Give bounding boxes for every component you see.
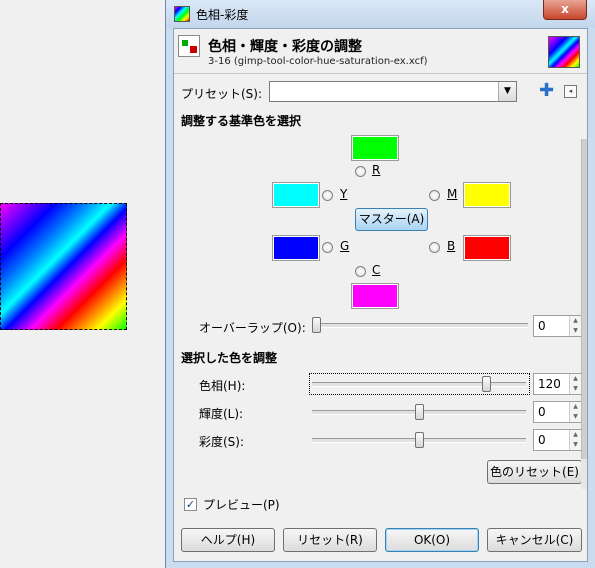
lightness-label: 輝度(L): <box>199 407 244 421</box>
radio-M[interactable] <box>429 190 440 201</box>
hue-label: 色相(H): <box>199 379 246 393</box>
preset-combo[interactable]: ▼ <box>269 81 517 102</box>
checkmark-icon: ✓ <box>185 498 196 511</box>
image-canvas-preview <box>0 203 127 330</box>
saturation-value: 0 <box>538 433 546 447</box>
swatch-red-hue <box>352 136 398 160</box>
title-bar[interactable]: 色相-彩度 x <box>166 0 595 28</box>
saturation-slider-thumb[interactable] <box>414 432 424 448</box>
dropdown-arrow-icon[interactable]: ▼ <box>498 82 516 101</box>
scrollbar-thumb[interactable] <box>581 139 587 459</box>
hue-slider-thumb[interactable] <box>482 376 492 392</box>
radio-B-label: B <box>447 239 456 253</box>
swatch-magenta-hue <box>464 183 510 207</box>
overlap-slider[interactable] <box>312 323 528 328</box>
hue-spin-arrows-icon[interactable]: ▲ ▼ <box>569 374 581 394</box>
header-divider <box>174 73 587 74</box>
adjust-section-label: 選択した色を調整 <box>181 351 278 365</box>
image-thumbnail <box>548 36 580 68</box>
radio-R-label: R <box>372 163 381 177</box>
radio-M-label: M <box>447 187 458 201</box>
lightness-slider-thumb[interactable] <box>414 404 424 420</box>
swatch-yellow-hue <box>273 183 319 207</box>
preset-menu-icon[interactable]: ◂ <box>564 85 577 98</box>
preview-checkbox[interactable]: ✓ <box>184 498 197 511</box>
radio-Y[interactable] <box>322 190 333 201</box>
dialog-header-title: 色相・輝度・彩度の調整 <box>208 39 362 55</box>
overlap-value: 0 <box>538 319 546 333</box>
hue-saturation-tool-icon <box>178 35 200 57</box>
hue-spinbutton[interactable]: 120 ▲ ▼ <box>533 373 582 395</box>
radio-G[interactable] <box>322 242 333 253</box>
radio-R[interactable] <box>355 166 366 177</box>
radio-C-label: C <box>372 263 381 277</box>
primary-section-label: 調整する基準色を選択 <box>181 114 302 128</box>
radio-G-label: G <box>340 239 350 253</box>
swatch-cyan-hue <box>352 284 398 308</box>
lightness-spinbutton[interactable]: 0 ▲ ▼ <box>533 401 582 423</box>
dialog-client: 色相・輝度・彩度の調整 3-16 (gimp-tool-color-hue-sa… <box>173 28 588 562</box>
saturation-spin-arrows-icon[interactable]: ▲ ▼ <box>569 430 581 450</box>
overlap-spin-arrows-icon[interactable]: ▲ ▼ <box>569 316 581 336</box>
hue-saturation-dialog: 色相-彩度 x 色相・輝度・彩度の調整 3-16 (gimp-tool-colo… <box>165 0 595 568</box>
reset-button[interactable]: リセット(R) <box>283 528 377 552</box>
saturation-label: 彩度(S): <box>199 435 245 449</box>
lightness-spin-arrows-icon[interactable]: ▲ ▼ <box>569 402 581 422</box>
saturation-spinbutton[interactable]: 0 ▲ ▼ <box>533 429 582 451</box>
radio-B[interactable] <box>429 242 440 253</box>
hue-slider[interactable] <box>312 382 526 387</box>
preview-label: プレビュー(P) <box>203 498 280 512</box>
overlap-slider-thumb[interactable] <box>312 317 321 333</box>
close-button[interactable]: x <box>543 0 587 20</box>
swatch-green-hue <box>273 236 319 260</box>
overlap-spinbutton[interactable]: 0 ▲ ▼ <box>533 315 582 337</box>
gimp-app-icon <box>174 6 190 22</box>
add-preset-icon[interactable]: ✚ <box>539 82 554 100</box>
swatch-blue-hue <box>464 236 510 260</box>
lightness-value: 0 <box>538 405 546 419</box>
preset-label: プリセット(S): <box>181 87 263 101</box>
hue-value: 120 <box>538 377 561 391</box>
ok-button[interactable]: OK(O) <box>385 528 479 552</box>
radio-C[interactable] <box>355 266 366 277</box>
master-button[interactable]: マスター(A) <box>355 208 428 231</box>
overlap-label: オーバーラップ(O): <box>199 321 306 335</box>
window-title: 色相-彩度 <box>196 8 249 22</box>
cancel-button[interactable]: キャンセル(C) <box>487 528 582 552</box>
radio-Y-label: Y <box>340 187 348 201</box>
reset-color-button[interactable]: 色のリセット(E) <box>487 460 582 484</box>
help-button[interactable]: ヘルプ(H) <box>181 528 275 552</box>
dialog-header-subtitle: 3-16 (gimp-tool-color-hue-saturation-ex.… <box>208 56 428 67</box>
